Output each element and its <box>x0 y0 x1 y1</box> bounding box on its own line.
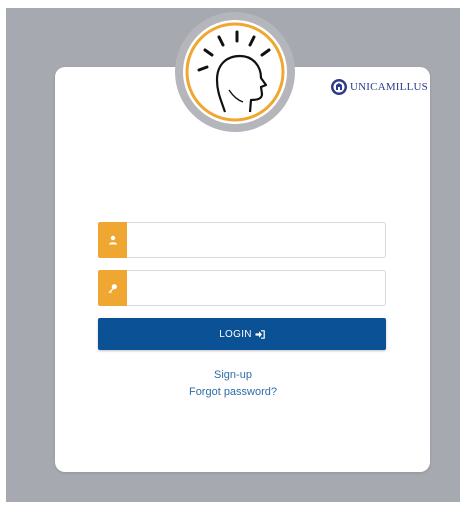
username-input[interactable] <box>127 222 386 258</box>
key-icon <box>98 270 127 306</box>
login-button-label: LOGIN <box>219 328 252 340</box>
forgot-password-link[interactable]: Forgot password? <box>0 386 466 398</box>
username-field <box>98 222 386 258</box>
login-button[interactable]: LOGIN <box>98 318 386 350</box>
head-logo-icon <box>185 22 285 122</box>
user-icon <box>98 222 127 258</box>
password-input[interactable] <box>127 270 386 306</box>
brand-name: UNICAMILLUS <box>350 81 428 93</box>
university-brand: UNICAMILLUS <box>330 77 428 97</box>
sign-in-icon <box>255 329 265 339</box>
password-field <box>98 270 386 306</box>
university-seal-icon <box>331 79 347 95</box>
signup-link[interactable]: Sign-up <box>0 369 466 381</box>
logo-badge <box>175 12 295 132</box>
